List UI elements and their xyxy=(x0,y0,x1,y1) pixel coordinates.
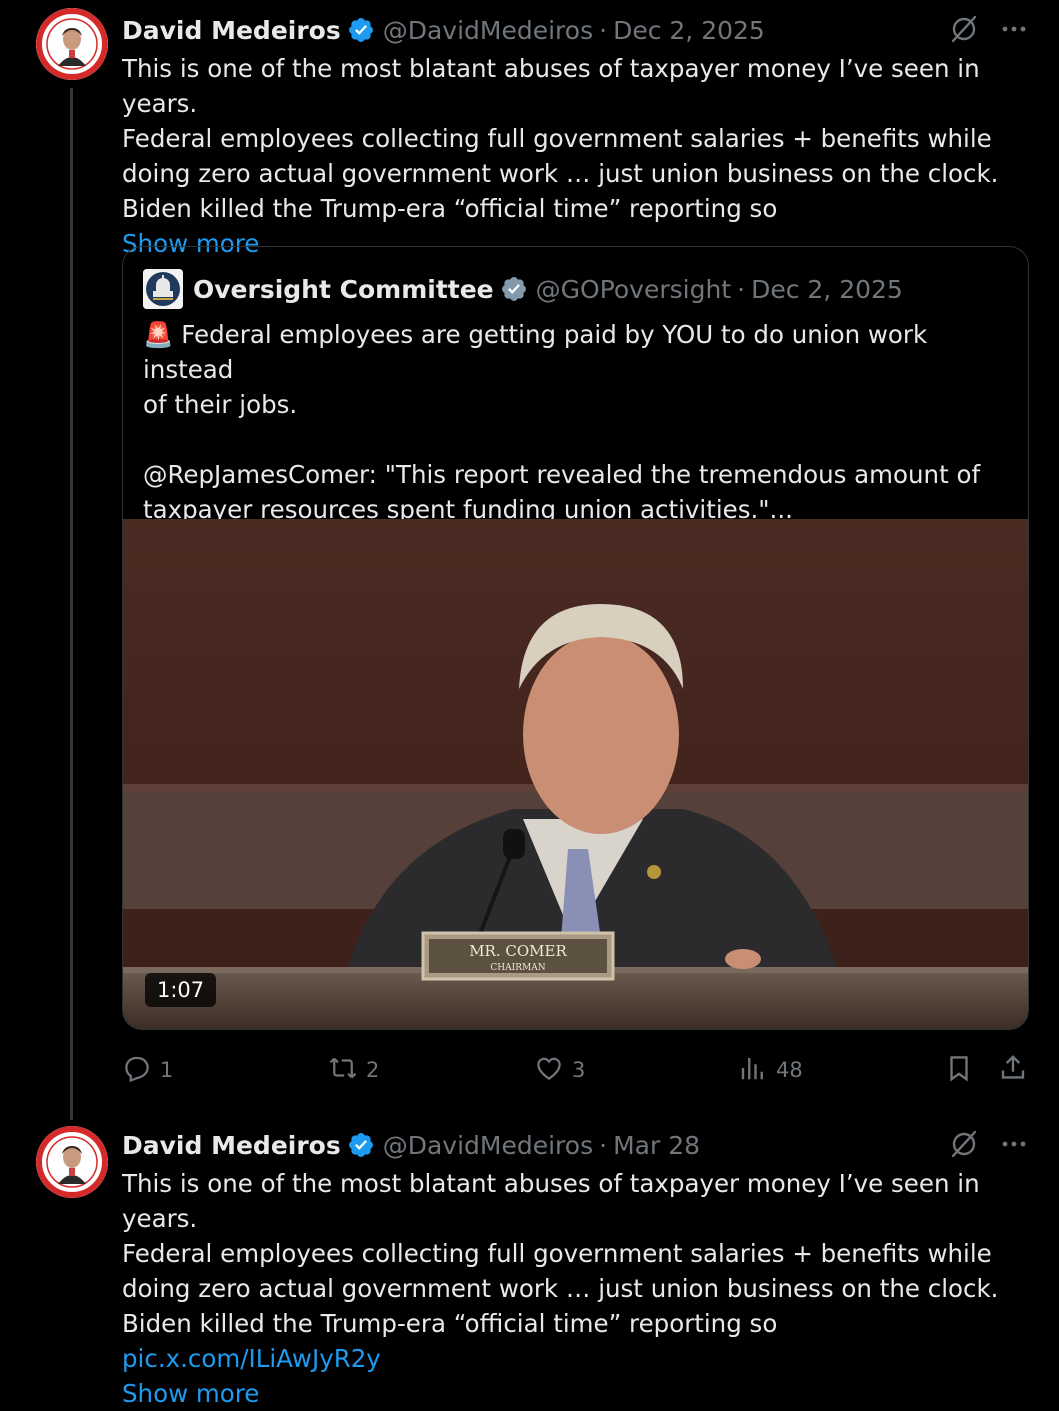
tweet-text-line: doing zero actual government work … just… xyxy=(122,159,999,188)
views-button[interactable]: 48 xyxy=(738,1052,803,1088)
verified-badge-icon xyxy=(347,16,375,44)
show-more-link[interactable]: Show more xyxy=(122,1376,1042,1411)
separator-dot: · xyxy=(599,1130,608,1160)
tweet-header: David Medeiros @DavidMedeiros · Mar 28 xyxy=(122,1129,700,1161)
tweet-action-bar: 1 2 3 48 xyxy=(122,1052,1032,1088)
avatar[interactable] xyxy=(36,1126,108,1198)
like-count: 3 xyxy=(572,1058,586,1082)
views-icon xyxy=(738,1053,768,1088)
avatar[interactable] xyxy=(36,8,108,80)
separator-dot: · xyxy=(599,15,608,45)
repost-icon xyxy=(328,1053,358,1088)
quoted-tweet-header: Oversight Committee @GOPoversight · Dec … xyxy=(143,269,903,309)
quoted-tweet[interactable]: Oversight Committee @GOPoversight · Dec … xyxy=(122,246,1029,1030)
tweet-text-line: Federal employees collecting full govern… xyxy=(122,1239,992,1268)
tweet-top-actions xyxy=(949,1129,1029,1163)
tweet-text-line: Biden killed the Trump-era “official tim… xyxy=(122,194,778,223)
quoted-tweet-date[interactable]: Dec 2, 2025 xyxy=(751,275,903,304)
share-icon xyxy=(998,1053,1028,1088)
bookmark-icon xyxy=(944,1053,974,1088)
more-icon[interactable] xyxy=(999,14,1029,48)
nameplate-name: MR. COMER xyxy=(469,942,567,960)
quoted-text-spacer xyxy=(143,422,1013,457)
tweet-text: This is one of the most blatant abuses o… xyxy=(122,1166,1042,1411)
tweet-top-actions xyxy=(949,14,1029,48)
views-count: 48 xyxy=(776,1058,803,1082)
bookmark-button[interactable] xyxy=(944,1052,974,1088)
tweet-date[interactable]: Dec 2, 2025 xyxy=(613,16,765,45)
video-frame: MR. COMER CHAIRMAN xyxy=(123,519,1028,1029)
like-button[interactable]: 3 xyxy=(534,1052,585,1088)
tweet-text-line: This is one of the most blatant abuses o… xyxy=(122,54,980,118)
repost-button[interactable]: 2 xyxy=(328,1052,379,1088)
tweet-text: This is one of the most blatant abuses o… xyxy=(122,51,1042,261)
author-handle[interactable]: @DavidMedeiros xyxy=(383,1131,593,1160)
verified-badge-icon xyxy=(347,1131,375,1159)
grok-icon[interactable] xyxy=(949,14,979,48)
author-handle[interactable]: @DavidMedeiros xyxy=(383,16,593,45)
separator-dot: · xyxy=(737,274,746,304)
video-duration: 1:07 xyxy=(145,973,217,1007)
author-name[interactable]: David Medeiros xyxy=(122,16,341,45)
tweet-text-line: doing zero actual government work … just… xyxy=(122,1274,999,1303)
quoted-avatar[interactable] xyxy=(143,269,183,309)
tweet-text-line: This is one of the most blatant abuses o… xyxy=(122,1169,980,1233)
like-icon xyxy=(534,1053,564,1088)
verified-badge-icon xyxy=(500,275,528,303)
tweet-date[interactable]: Mar 28 xyxy=(613,1131,700,1160)
nameplate-title: CHAIRMAN xyxy=(490,963,545,973)
reply-icon xyxy=(122,1053,152,1088)
tweet-header: David Medeiros @DavidMedeiros · Dec 2, 2… xyxy=(122,14,765,46)
repost-count: 2 xyxy=(366,1058,380,1082)
tweet-text-line: Biden killed the Trump-era “official tim… xyxy=(122,1309,778,1338)
quoted-author-name[interactable]: Oversight Committee xyxy=(193,275,494,304)
tweet-text-line: Federal employees collecting full govern… xyxy=(122,124,992,153)
quoted-tweet-text: 🚨 Federal employees are getting paid by … xyxy=(143,317,1013,527)
media-link[interactable]: pic.x.com/ILiAwJyR2y xyxy=(122,1341,1042,1376)
reply-count: 1 xyxy=(160,1058,174,1082)
reply-button[interactable]: 1 xyxy=(122,1052,173,1088)
thread-connector xyxy=(70,88,73,1120)
tweet[interactable]: David Medeiros @DavidMedeiros · Dec 2, 2… xyxy=(0,0,1059,1120)
more-icon[interactable] xyxy=(999,1129,1029,1163)
author-name[interactable]: David Medeiros xyxy=(122,1131,341,1160)
quoted-author-handle[interactable]: @GOPoversight xyxy=(536,275,731,304)
tweet[interactable]: David Medeiros @DavidMedeiros · Mar 28 T… xyxy=(0,1110,1059,1408)
share-button[interactable] xyxy=(998,1052,1028,1088)
grok-icon[interactable] xyxy=(949,1129,979,1163)
quoted-text-line: of their jobs. xyxy=(143,390,298,419)
video-player[interactable]: MR. COMER CHAIRMAN 1:07 xyxy=(123,519,1028,1029)
quoted-text-line: 🚨 Federal employees are getting paid by … xyxy=(143,320,928,384)
quoted-text-line: @RepJamesComer: "This report revealed th… xyxy=(143,460,981,489)
